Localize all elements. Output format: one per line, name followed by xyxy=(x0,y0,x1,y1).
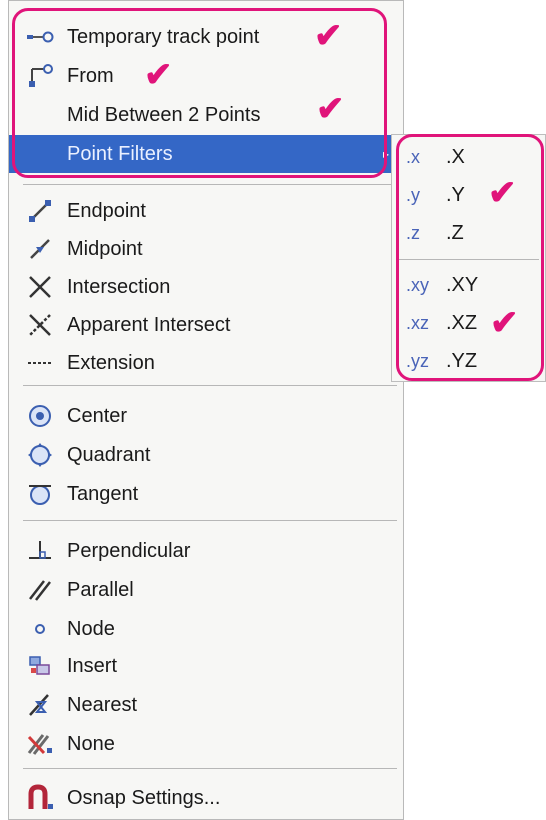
osnap-settings-icon xyxy=(23,784,57,812)
menu-item-intersection[interactable]: Intersection xyxy=(9,268,403,306)
menu-item-node[interactable]: Node xyxy=(9,610,403,648)
separator xyxy=(23,520,397,521)
quadrant-icon xyxy=(23,441,57,469)
annotation-check-icon: ✔ xyxy=(144,56,173,94)
menu-item-label: Nearest xyxy=(67,693,138,716)
menu-item-center[interactable]: Center xyxy=(9,397,403,435)
menu-item-label: Tangent xyxy=(67,482,139,505)
menu-item-endpoint[interactable]: Endpoint xyxy=(9,192,403,230)
none-icon xyxy=(23,730,57,758)
annotation-check-icon: ✔ xyxy=(490,304,519,342)
menu-item-label: None xyxy=(67,732,115,755)
insert-icon xyxy=(23,652,57,680)
menu-item-label: Perpendicular xyxy=(67,539,191,562)
menu-item-label: Apparent Intersect xyxy=(67,313,231,336)
menu-item-label: Intersection xyxy=(67,275,171,298)
menu-item-nearest[interactable]: Nearest xyxy=(9,686,403,724)
menu-item-label: Insert xyxy=(67,654,118,677)
menu-item-apparent-intersect[interactable]: Apparent Intersect xyxy=(9,306,403,344)
extension-icon xyxy=(23,349,57,377)
menu-item-label: Node xyxy=(67,617,115,640)
node-icon xyxy=(23,615,57,643)
nearest-icon xyxy=(23,691,57,719)
menu-item-label: Endpoint xyxy=(67,199,146,222)
separator xyxy=(23,184,397,185)
annotation-highlight-box xyxy=(396,134,544,381)
apparent-intersect-icon xyxy=(23,311,57,339)
menu-item-label: Osnap Settings... xyxy=(67,786,221,809)
menu-item-tangent[interactable]: Tangent xyxy=(9,475,403,513)
menu-item-none[interactable]: None xyxy=(9,725,403,763)
menu-item-insert[interactable]: Insert xyxy=(9,647,403,685)
menu-item-label: Parallel xyxy=(67,578,134,601)
annotation-check-icon: ✔ xyxy=(314,17,343,55)
perpendicular-icon xyxy=(23,537,57,565)
menu-item-label: Center xyxy=(67,404,128,427)
menu-item-osnap-settings[interactable]: Osnap Settings... xyxy=(9,779,403,817)
separator xyxy=(23,385,397,386)
endpoint-icon xyxy=(23,197,57,225)
parallel-icon xyxy=(23,576,57,604)
annotation-check-icon: ✔ xyxy=(488,174,517,212)
menu-item-midpoint[interactable]: Midpoint xyxy=(9,230,403,268)
intersection-icon xyxy=(23,273,57,301)
menu-item-parallel[interactable]: Parallel xyxy=(9,571,403,609)
menu-item-extension[interactable]: Extension xyxy=(9,344,403,382)
menu-item-label: Quadrant xyxy=(67,443,151,466)
menu-item-quadrant[interactable]: Quadrant xyxy=(9,436,403,474)
separator xyxy=(23,768,397,769)
menu-item-label: Midpoint xyxy=(67,237,143,260)
menu-item-label: Extension xyxy=(67,351,155,374)
menu-item-perpendicular[interactable]: Perpendicular xyxy=(9,532,403,570)
midpoint-icon xyxy=(23,235,57,263)
center-icon xyxy=(23,402,57,430)
annotation-check-icon: ✔ xyxy=(316,90,345,128)
tangent-icon xyxy=(23,480,57,508)
